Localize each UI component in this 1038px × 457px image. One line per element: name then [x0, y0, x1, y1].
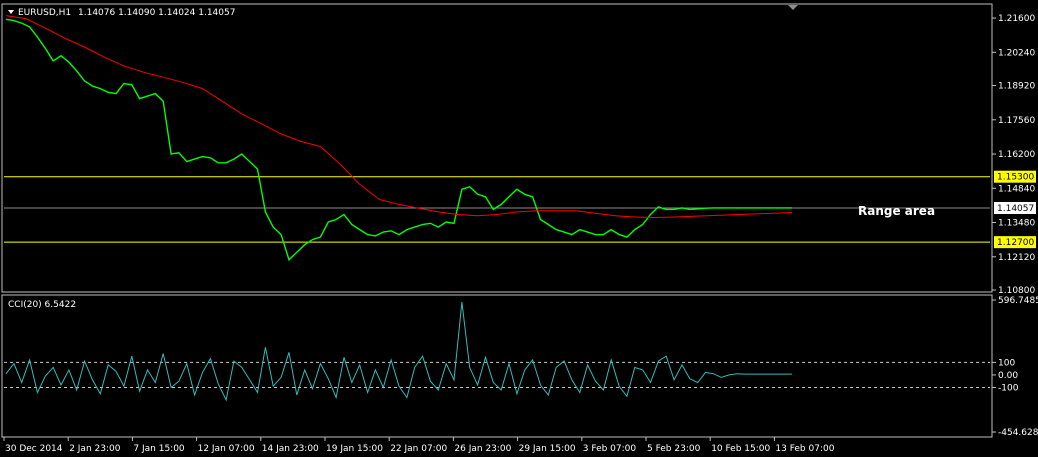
cci-tick-label: 100 [998, 358, 1015, 368]
chart-header: EURUSD,H1 1.14076 1.14090 1.14024 1.1405… [8, 5, 798, 18]
time-tick-label: 5 Feb 23:00 [647, 444, 701, 454]
cci-tick-label: -454.6282 [998, 428, 1038, 438]
cci-panel-frame [1, 294, 993, 438]
cci-tick-label: 596.7485 [998, 296, 1038, 306]
cci-tick-label: -100 [998, 383, 1019, 393]
ohlc-label: 1.14076 1.14090 1.14024 1.14057 [78, 8, 235, 18]
time-tick-label: 12 Jan 07:00 [198, 444, 255, 454]
price-tick-label: 1.16200 [998, 150, 1035, 160]
moving-average-line [5, 15, 793, 219]
time-tick-label: 10 Feb 15:00 [711, 444, 770, 454]
time-tick-label: 26 Jan 23:00 [454, 444, 511, 454]
time-tick-label: 14 Jan 23:00 [262, 444, 319, 454]
price-tag-label: 1.15300 [997, 173, 1034, 183]
range-area-annotation: Range area [858, 204, 935, 218]
price-tick-label: 1.14840 [998, 184, 1035, 194]
price-tick-label: 1.10800 [998, 286, 1035, 296]
time-tick-label: 22 Jan 07:00 [390, 444, 447, 454]
cci-tick-label: 0.00 [998, 371, 1018, 381]
price-tick-label: 1.12120 [998, 253, 1035, 263]
price-tag-label: 1.12700 [997, 238, 1034, 248]
time-tick-label: 13 Feb 07:00 [775, 444, 834, 454]
chart-window[interactable]: EURUSD,H1 1.14076 1.14090 1.14024 1.1405… [0, 0, 1038, 457]
symbol-label: EURUSD,H1 [18, 8, 71, 18]
price-tick-label: 1.18920 [998, 82, 1035, 92]
price-panel [4, 15, 990, 262]
time-tick-label: 7 Jan 15:00 [133, 444, 185, 454]
chart-canvas[interactable]: EURUSD,H1 1.14076 1.14090 1.14024 1.1405… [0, 0, 1038, 457]
cci-header: CCI(20) 6.5422 [8, 300, 76, 310]
cci-axis: 596.7485 100 0.00 -100 -454.6282 [992, 296, 1038, 438]
price-tick-label: 1.20240 [998, 48, 1035, 58]
cci-panel [4, 302, 990, 402]
time-tick-label: 2 Jan 23:00 [69, 444, 121, 454]
price-tick-label: 1.13480 [998, 219, 1035, 229]
price-panel-frame [1, 3, 993, 293]
price-series-line [5, 18, 792, 262]
price-tick-label: 1.21600 [998, 14, 1035, 24]
dropdown-arrow-icon[interactable] [8, 10, 14, 14]
price-tag-label: 1.14057 [997, 204, 1034, 214]
cci-series-line [5, 302, 792, 402]
time-axis: 30 Dec 2014 2 Jan 23:00 7 Jan 15:00 12 Jan … [3, 437, 835, 454]
price-axis: 1.21600 1.20240 1.18920 1.17560 1.16200 1.148… [992, 14, 1036, 296]
time-tick-label: 19 Jan 15:00 [326, 444, 383, 454]
time-tick-label: 3 Feb 07:00 [583, 444, 637, 454]
shift-marker-icon[interactable] [788, 5, 798, 10]
time-tick-label: 29 Jan 15:00 [519, 444, 576, 454]
price-tick-label: 1.17560 [998, 116, 1035, 126]
time-tick-label: 30 Dec 2014 [5, 444, 63, 454]
